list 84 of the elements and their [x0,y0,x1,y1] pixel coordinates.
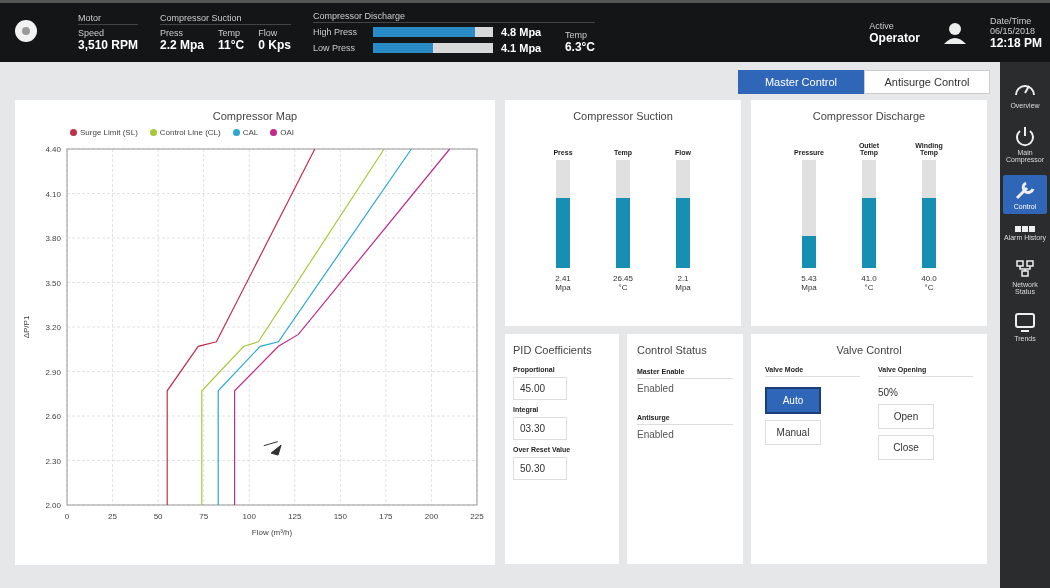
panel-title: Compressor Discharge [812,110,926,122]
valve-button[interactable]: Close [878,435,934,460]
mode-button[interactable]: Manual [765,420,821,445]
y-tick-label: 2.90 [45,367,61,377]
stat-value: 0 Kps [258,38,291,52]
x-tick-label: 125 [288,512,302,521]
time-text: 12:18 PM [989,35,1042,50]
group-title: Compressor Discharge [312,11,596,23]
group-title: Motor [78,13,139,25]
power-icon [1013,125,1037,147]
x-tick-label: 0 [64,512,70,521]
monitor-icon [1013,311,1037,333]
y-axis-label: ΔP/P1 [22,315,31,339]
y-tick-label: 4.10 [45,189,61,199]
x-tick-label: 50 [153,512,163,521]
input-field[interactable]: 03.30 [513,417,567,440]
legend-label: OAI [280,128,295,137]
group-title: Compressor Suction [160,13,291,25]
status-value: Enabled [637,429,675,440]
x-tick-label: 200 [424,512,439,521]
legend-label: Control Line (CL) [159,128,221,137]
logo-icon [14,18,38,43]
y-tick-label: 2.00 [45,501,61,510]
user-name: Operator [869,30,920,45]
x-tick-label: 175 [379,512,393,521]
bar-value: 4.8 Mpa [500,26,543,38]
stat-label: Press [160,28,185,38]
valve-button[interactable]: Open [878,404,934,429]
gauge-value: 2.1 [677,274,689,283]
gauge-value: 5.43 [801,274,817,283]
stat-label: Temp [218,28,242,38]
stat-label: Temp [564,30,588,40]
gauge-unit: Mpa [555,283,571,292]
gauge-value: 41.0 [861,274,877,283]
bar-label: High Press [312,27,358,37]
gauge-unit: °C [618,283,628,292]
operating-point-icon [263,441,282,456]
bar-label: Low Press [312,43,356,53]
gauge-unit: Mpa [675,283,691,292]
gauge-unit: Mpa [801,283,817,292]
stat-label: Speed [78,28,106,38]
y-tick-label: 3.50 [45,278,61,288]
legend-label: Surge Limit (SL) [80,128,138,137]
stat-value: 3,510 RPM [78,38,139,52]
y-tick-label: 2.60 [45,412,61,421]
x-tick-label: 225 [470,512,484,521]
panel-title: Valve Control [836,344,902,356]
stat-value: 2.2 Mpa [160,38,205,52]
wrench-icon [1013,179,1037,201]
date-text: 06/15/2018 [989,25,1036,36]
input-field[interactable]: 50.30 [513,457,567,480]
bar-value: 4.1 Mpa [500,42,543,54]
x-axis-label: Flow (m³/h) [251,528,293,537]
x-tick-label: 150 [333,512,347,521]
dots-icon [1015,226,1035,232]
x-tick-label: 25 [108,512,117,521]
status-value: Enabled [637,383,675,394]
legend-label: CAL [242,128,259,137]
x-tick-label: 100 [242,512,256,521]
clock-label: Date/Time [989,15,1033,26]
y-tick-label: 4.40 [45,145,61,154]
chart-title: Compressor Map [211,110,299,122]
gauge-unit: °C [924,283,934,292]
stat-value: 11°C [218,38,245,52]
panel-title: PID Coefficients [513,344,593,356]
gauge-value: 2.41 [555,274,571,283]
panel-title: Compressor Suction [573,110,673,122]
y-tick-label: 3.20 [45,323,61,332]
input-field[interactable]: 45.00 [513,377,567,400]
gauge-unit: °C [864,283,874,292]
gauge-value: 26.45 [613,274,633,283]
y-tick-label: 2.30 [45,456,61,466]
y-tick-label: 3.80 [45,234,61,243]
network-icon [1013,257,1037,279]
tab[interactable]: Antisurge Control [864,70,990,94]
x-tick-label: 75 [199,512,209,521]
opening-value: 50% [878,387,899,398]
panel-title: Control Status [637,344,708,356]
stat-label: Flow [258,28,279,38]
tab[interactable]: Master Control [738,70,864,94]
mode-button[interactable]: Auto [765,387,821,414]
gauge-value: 40.0 [921,274,937,283]
stat-value: 6.3°C [564,40,596,54]
user-label: Active [869,20,895,31]
